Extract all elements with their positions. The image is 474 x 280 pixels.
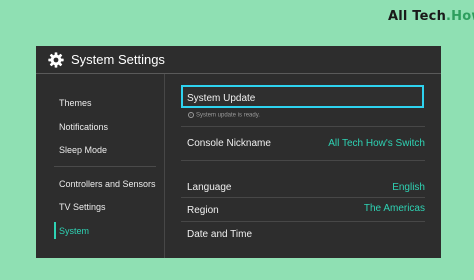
info-icon: i [188,112,194,118]
language-label: Language [187,182,232,193]
row-divider [181,221,425,222]
settings-content: System Update i System update is ready. C… [165,74,441,258]
row-divider [181,160,425,161]
title-bar: System Settings [36,46,441,74]
console-nickname-label: Console Nickname [187,138,271,149]
brand-tld: .How [446,9,474,24]
row-divider [181,126,425,127]
system-settings-window: System Settings amiibo Themes Notificati… [36,46,441,258]
site-logo: All Tech.How [388,9,474,24]
sidebar-item-tv-settings[interactable]: TV Settings [59,202,106,212]
date-and-time-label: Date and Time [187,229,253,240]
sidebar-divider [54,166,156,167]
sidebar-item-system[interactable]: System [59,226,89,236]
gear-icon [48,52,64,68]
console-nickname-value: All Tech How's Switch [328,138,425,149]
sidebar-item-sleep-mode[interactable]: Sleep Mode [59,145,107,155]
window-title: System Settings [71,52,165,67]
sidebar-item-notifications[interactable]: Notifications [59,122,108,132]
sidebar-item-controllers-and-sensors[interactable]: Controllers and Sensors [59,179,156,189]
active-indicator [54,222,56,239]
region-value: The Americas [363,203,425,214]
brand-name: All Tech [388,9,447,24]
language-value: English [392,182,425,193]
row-divider [181,197,425,198]
sidebar-item-themes[interactable]: Themes [59,98,92,108]
system-update-info-text: System update is ready. [196,112,260,119]
sidebar: Themes Notifications Sleep Mode Controll… [36,74,164,258]
system-update-info: i System update is ready. [188,112,260,119]
region-label: Region [187,205,219,216]
system-update-label: System Update [187,93,256,104]
